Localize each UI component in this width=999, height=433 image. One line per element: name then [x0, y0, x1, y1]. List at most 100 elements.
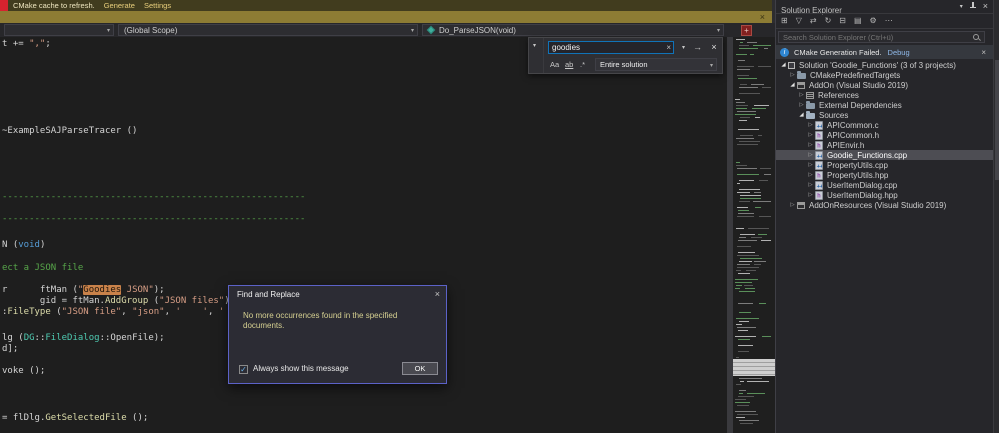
- collapsed-arrow-icon[interactable]: ▷: [806, 142, 815, 148]
- tree-item-solution-goodie-functions-3-of-3-projects[interactable]: ◢ Solution 'Goodie_Functions' (3 of 3 pro…: [776, 60, 993, 70]
- collapsed-arrow-icon[interactable]: ▷: [806, 152, 815, 158]
- collapsed-arrow-icon[interactable]: ▷: [788, 72, 797, 78]
- code-line: N (void): [2, 240, 45, 250]
- collapsed-arrow-icon[interactable]: ▷: [806, 132, 815, 138]
- whole-word-toggle[interactable]: ab: [565, 60, 573, 69]
- ok-button[interactable]: OK: [402, 362, 438, 375]
- find-next-icon[interactable]: →: [690, 41, 705, 54]
- panel-close-icon[interactable]: ×: [983, 2, 988, 11]
- window-position-icon[interactable]: ▾: [960, 3, 963, 10]
- solution-explorer-search-input[interactable]: [779, 32, 984, 42]
- collapsed-arrow-icon[interactable]: ▷: [806, 172, 815, 178]
- clear-search-icon[interactable]: ×: [666, 43, 671, 52]
- scope-dropdown[interactable]: (Global Scope) ▾: [118, 24, 418, 36]
- more-options-icon[interactable]: ⋯: [885, 14, 893, 28]
- filter-icon[interactable]: ▽: [796, 14, 802, 28]
- find-and-replace-dialog: Find and Replace × No more occurrences f…: [228, 285, 447, 384]
- regex-toggle[interactable]: .*: [580, 60, 585, 69]
- search-scope-dropdown[interactable]: Entire solution ▾: [595, 58, 717, 71]
- always-show-checkbox[interactable]: ✓: [239, 365, 248, 374]
- code-segment: ,: [164, 307, 176, 317]
- code-line: r ftMan ("Goodies JSON");: [2, 285, 165, 295]
- collapse-all-icon[interactable]: ⊟: [839, 14, 846, 28]
- settings-link[interactable]: Settings: [144, 1, 171, 10]
- collapsed-arrow-icon[interactable]: ▷: [797, 92, 806, 98]
- solution-explorer-toolbar: ⊞ ▽ ⇄ ↻ ⊟ ▤ ⚙ ⋯: [776, 13, 993, 29]
- infobar-close-icon[interactable]: ×: [981, 48, 986, 57]
- match-case-toggle[interactable]: Aa: [550, 60, 559, 69]
- find-popup: ▾ × ▾ → × Aa ab .* Entire solution ▾: [528, 37, 723, 74]
- code-segment: );: [153, 333, 165, 343]
- generate-link[interactable]: Generate: [104, 1, 135, 10]
- h-icon: [815, 140, 823, 150]
- tree-item-propertyutils-hpp[interactable]: ▷ PropertyUtils.hpp: [776, 170, 993, 180]
- tree-item-label: PropertyUtils.hpp: [827, 170, 889, 180]
- refresh-icon[interactable]: ↻: [825, 14, 832, 28]
- cpp-icon: [815, 120, 823, 130]
- dialog-message: No more occurrences found in the specifi…: [243, 311, 398, 330]
- code-segment: (: [50, 307, 62, 317]
- pin-icon[interactable]: [969, 2, 977, 11]
- tree-item-cmakepredefinedtargets[interactable]: ▷ CMakePredefinedTargets: [776, 70, 993, 80]
- plus-icon: +: [744, 26, 749, 35]
- tree-item-references[interactable]: ▷ References: [776, 90, 993, 100]
- member-dropdown[interactable]: Do_ParseJSON(void) ▾: [422, 24, 724, 36]
- tree-item-goodie-functions-cpp[interactable]: ▷ Goodie_Functions.cpp: [776, 150, 993, 160]
- scrollbar-thumb[interactable]: [995, 60, 999, 180]
- collapsed-arrow-icon[interactable]: ▷: [806, 182, 815, 188]
- collapsed-arrow-icon[interactable]: ▷: [797, 102, 806, 108]
- collapsed-arrow-icon[interactable]: ▷: [806, 122, 815, 128]
- expanded-arrow-icon[interactable]: ◢: [788, 82, 797, 88]
- expanded-arrow-icon[interactable]: ◢: [779, 62, 788, 68]
- dialog-close-icon[interactable]: ×: [435, 289, 440, 299]
- debug-link[interactable]: Debug: [888, 48, 910, 57]
- code-segment: void: [18, 240, 40, 250]
- properties-icon[interactable]: ⚙: [870, 14, 877, 28]
- sync-with-active-document-icon[interactable]: ⇄: [810, 14, 817, 28]
- visual-studio-window: CMake cache to refresh. Generate Setting…: [0, 0, 999, 433]
- expanded-arrow-icon[interactable]: ◢: [797, 112, 806, 118]
- tree-item-label: External Dependencies: [819, 100, 902, 110]
- editor-navigation-bar: ▾ (Global Scope) ▾ Do_ParseJSON(void) ▾ …: [0, 23, 776, 37]
- solution-explorer-panel: Solution Explorer ▾ × ⊞ ▽ ⇄ ↻ ⊟ ▤ ⚙ ⋯ CMake Gen…: [776, 0, 993, 433]
- solution-icon: [788, 61, 795, 69]
- show-all-files-icon[interactable]: ▤: [854, 14, 862, 28]
- expand-to-replace-button[interactable]: ▾: [529, 38, 544, 73]
- tree-item-apicommon-c[interactable]: ▷ APICommon.c: [776, 120, 993, 130]
- code-line: voke ();: [2, 366, 45, 376]
- tree-item-sources[interactable]: ◢ Sources: [776, 110, 993, 120]
- tree-item-propertyutils-cpp[interactable]: ▷ PropertyUtils.cpp: [776, 160, 993, 170]
- minimap[interactable]: [733, 37, 775, 433]
- collapsed-arrow-icon[interactable]: ▷: [806, 162, 815, 168]
- project-icon: [797, 201, 805, 209]
- tree-item-useritemdialog-hpp[interactable]: ▷ UserItemDialog.hpp: [776, 190, 993, 200]
- tree-item-external-dependencies[interactable]: ▷ External Dependencies: [776, 100, 993, 110]
- tree-item-apienvir-h[interactable]: ▷ APIEnvir.h: [776, 140, 993, 150]
- project-dropdown[interactable]: ▾: [4, 24, 114, 36]
- tree-item-label: CMakePredefinedTargets: [810, 70, 901, 80]
- panel-scrollbar[interactable]: [993, 0, 999, 433]
- code-segment: FileDialog: [45, 333, 100, 343]
- collapsed-arrow-icon[interactable]: ▷: [806, 192, 815, 198]
- scroll-error-marker[interactable]: +: [741, 25, 752, 36]
- code-line: d];: [2, 344, 18, 354]
- tree-item-useritemdialog-cpp[interactable]: ▷ UserItemDialog.cpp: [776, 180, 993, 190]
- search-history-dropdown-icon[interactable]: ▾: [678, 41, 689, 54]
- h-icon: [815, 170, 823, 180]
- code-segment: ----------------------------------------…: [2, 214, 306, 224]
- code-segment: (: [148, 296, 160, 306]
- code-segment: OpenFile: [110, 333, 154, 343]
- cmake-infobar: CMake Generation Failed. Debug ×: [776, 45, 993, 59]
- tree-item-addon-visual-studio-2019[interactable]: ◢ AddOn (Visual Studio 2019): [776, 80, 993, 90]
- tree-item-addonresources-visual-studio-2019[interactable]: ▷ AddOnResources (Visual Studio 2019): [776, 200, 993, 210]
- code-segment: AddGroup: [104, 296, 149, 306]
- folder-icon: [806, 101, 815, 109]
- switch-views-icon[interactable]: ⊞: [781, 14, 788, 28]
- tree-item-apicommon-h[interactable]: ▷ APICommon.h: [776, 130, 993, 140]
- collapsed-arrow-icon[interactable]: ▷: [788, 202, 797, 208]
- banner-close-icon[interactable]: ×: [760, 11, 765, 23]
- find-popup-close-icon[interactable]: ×: [707, 41, 721, 54]
- minimap-bright-block: [733, 359, 775, 376]
- cpp-icon: [815, 180, 823, 190]
- find-input[interactable]: [549, 42, 673, 53]
